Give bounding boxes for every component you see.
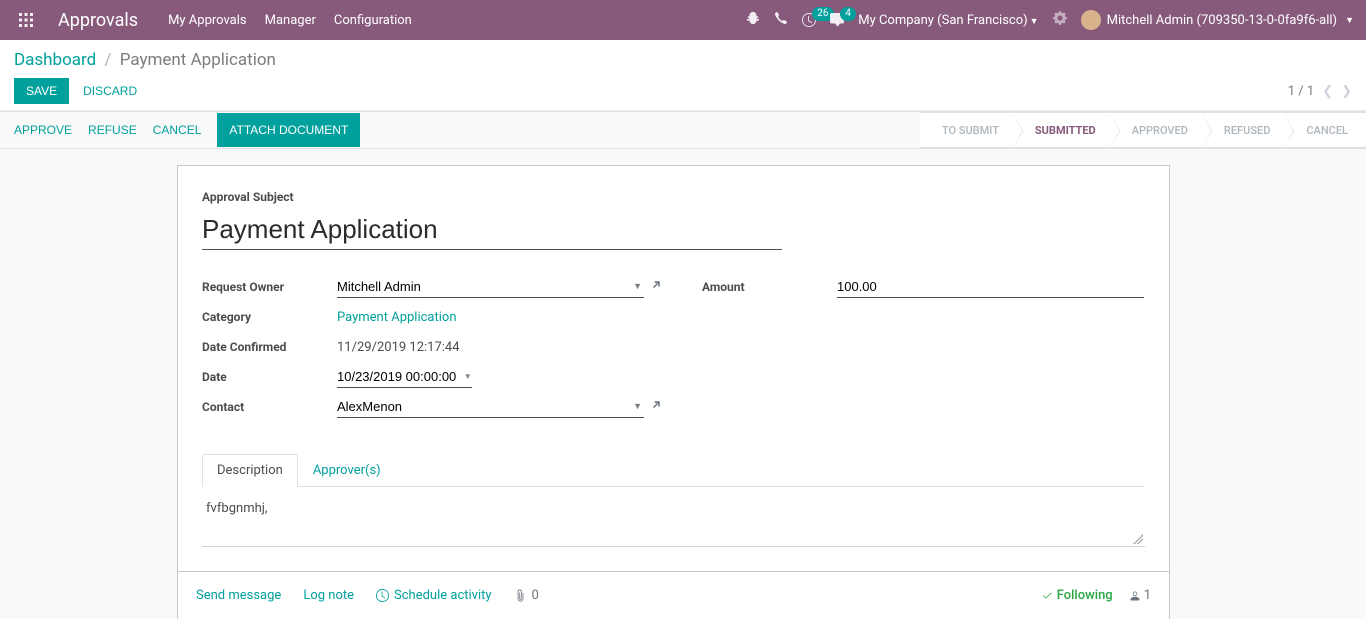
attachment-count[interactable]: 0	[514, 588, 539, 603]
description-content[interactable]: fvfbgnmhj,	[202, 487, 1145, 547]
nav-menu-configuration[interactable]: Configuration	[334, 13, 412, 28]
amount-label: Amount	[702, 280, 837, 294]
date-dropdown[interactable]: ▾	[463, 372, 472, 382]
check-icon	[1041, 590, 1053, 602]
app-name[interactable]: Approvals	[58, 10, 138, 31]
discard-button[interactable]: Discard	[79, 78, 141, 104]
subject-input[interactable]	[202, 210, 782, 250]
tab-description[interactable]: Description	[202, 454, 298, 487]
schedule-activity-link[interactable]: Schedule activity	[376, 588, 492, 603]
status-to-submit[interactable]: To Submit	[920, 112, 1013, 148]
sheet-wrapper: Approval Subject Request Owner ▼ Categor…	[0, 149, 1366, 619]
pager: 1 / 1 ❮ ❯	[1288, 84, 1352, 99]
request-owner-input[interactable]	[337, 276, 631, 297]
log-note-link[interactable]: Log note	[303, 588, 354, 603]
category-label: Category	[202, 310, 337, 324]
contact-external-link-icon[interactable]	[650, 399, 662, 415]
breadcrumb-current: Payment Application	[120, 50, 276, 70]
request-owner-label: Request Owner	[202, 280, 337, 294]
avatar	[1081, 10, 1101, 30]
company-selector[interactable]: My Company (San Francisco)▼	[858, 13, 1038, 28]
cancel-button[interactable]: Cancel	[153, 123, 202, 137]
nav-right: 26 4 My Company (San Francisco)▼ Mitchel…	[746, 10, 1354, 30]
pager-prev[interactable]: ❮	[1322, 84, 1333, 99]
clock-icon[interactable]: 26	[802, 13, 816, 27]
status-approved[interactable]: Approved	[1110, 112, 1202, 148]
status-refused[interactable]: Refused	[1202, 112, 1284, 148]
form-right-column: Amount	[702, 276, 1145, 426]
nav-menu-manager[interactable]: Manager	[265, 13, 316, 28]
breadcrumb: Dashboard / Payment Application	[14, 50, 1352, 70]
contact-label: Contact	[202, 400, 337, 414]
form-sheet: Approval Subject Request Owner ▼ Categor…	[177, 165, 1170, 572]
subject-label: Approval Subject	[202, 190, 1145, 204]
chat-badge: 4	[840, 7, 856, 21]
date-label: Date	[202, 370, 337, 384]
request-owner-external-link-icon[interactable]	[650, 279, 662, 295]
top-navbar: Approvals My Approvals Manager Configura…	[0, 0, 1366, 40]
refuse-button[interactable]: Refuse	[88, 123, 137, 137]
date-input[interactable]	[337, 366, 463, 387]
approve-button[interactable]: Approve	[14, 123, 72, 137]
followers-count[interactable]: 1	[1129, 588, 1151, 603]
nav-menu-my-approvals[interactable]: My Approvals	[168, 13, 247, 28]
contact-input[interactable]	[337, 396, 631, 417]
pager-text: 1 / 1	[1288, 84, 1314, 99]
save-button[interactable]: Save	[14, 78, 69, 104]
clock-icon	[376, 589, 389, 602]
tabs: Description Approver(s)	[202, 454, 1145, 487]
control-bar: Dashboard / Payment Application Save Dis…	[0, 40, 1366, 111]
amount-input[interactable]	[837, 276, 1144, 298]
contact-dropdown[interactable]: ▼	[631, 401, 644, 412]
category-value[interactable]: Payment Application	[337, 310, 457, 325]
gear-icon[interactable]	[1053, 11, 1067, 29]
breadcrumb-root[interactable]: Dashboard	[14, 50, 96, 70]
chatter: Send message Log note Schedule activity …	[177, 572, 1170, 619]
nav-menu: My Approvals Manager Configuration	[168, 13, 412, 28]
send-message-link[interactable]: Send message	[196, 588, 281, 603]
date-confirmed-value: 11/29/2019 12:17:44	[337, 340, 460, 355]
date-confirmed-label: Date Confirmed	[202, 340, 337, 354]
status-cancel[interactable]: Cancel	[1284, 112, 1366, 148]
status-submitted[interactable]: Submitted	[1013, 112, 1110, 148]
resize-handle[interactable]	[1131, 532, 1143, 544]
chat-icon[interactable]: 4	[830, 13, 844, 27]
phone-icon[interactable]	[774, 11, 788, 29]
form-left-column: Request Owner ▼ Category Payment Applica…	[202, 276, 662, 426]
status-bar: Approve Refuse Cancel Attach Document To…	[0, 111, 1366, 149]
user-icon	[1129, 590, 1141, 602]
user-menu[interactable]: Mitchell Admin (709350-13-0-0fa9f6-all) …	[1081, 10, 1354, 30]
pager-next[interactable]: ❯	[1341, 84, 1352, 99]
status-steps: To Submit Submitted Approved Refused Can…	[920, 112, 1366, 148]
apps-icon[interactable]	[12, 13, 40, 27]
following-button[interactable]: Following	[1041, 588, 1113, 603]
attach-document-button[interactable]: Attach Document	[217, 113, 360, 147]
paperclip-icon	[514, 589, 527, 602]
bug-icon[interactable]	[746, 11, 760, 29]
request-owner-dropdown[interactable]: ▼	[631, 281, 644, 292]
tab-approvers[interactable]: Approver(s)	[298, 454, 396, 487]
